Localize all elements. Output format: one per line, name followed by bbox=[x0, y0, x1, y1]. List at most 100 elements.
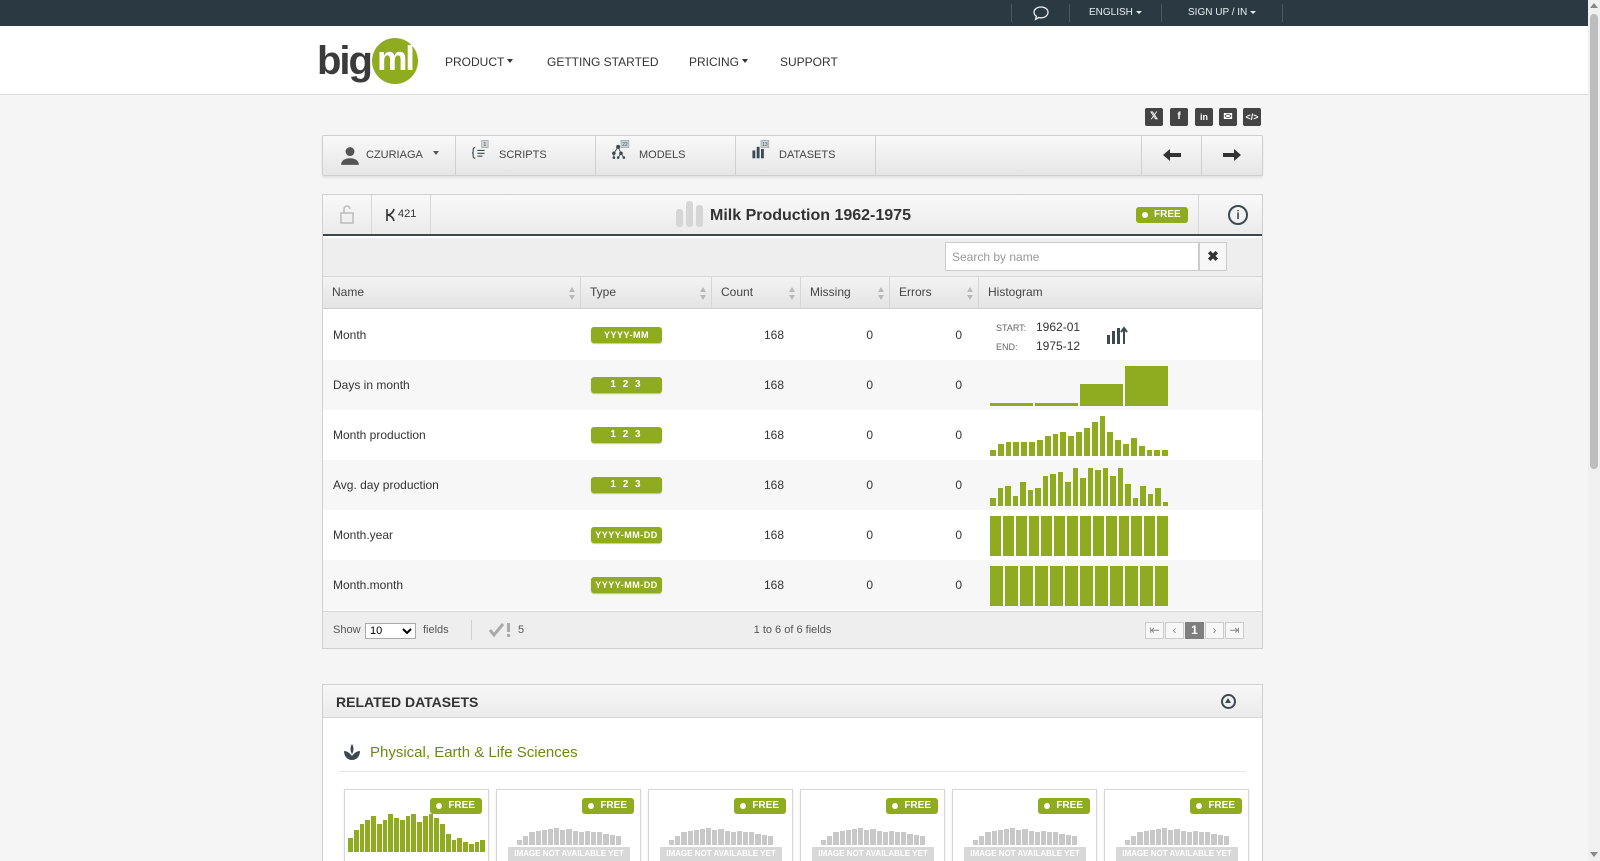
field-count: 168 bbox=[763, 428, 784, 442]
free-tag: FREE bbox=[582, 798, 634, 814]
histogram-bar bbox=[990, 402, 1033, 406]
nav-pricing[interactable]: PRICING bbox=[689, 26, 749, 95]
histogram-bar bbox=[997, 488, 1003, 506]
placeholder-bar bbox=[888, 830, 895, 845]
placeholder-bar bbox=[1131, 836, 1137, 845]
histogram-bar bbox=[1125, 366, 1168, 406]
histogram-bar bbox=[1076, 432, 1082, 456]
scroll-thumb[interactable] bbox=[1590, 14, 1598, 469]
placeholder-bar bbox=[1034, 831, 1040, 845]
placeholder-bar bbox=[755, 834, 761, 845]
histogram-bar bbox=[1157, 516, 1168, 556]
nav-support-label: SUPPORT bbox=[780, 55, 838, 69]
histogram-bar bbox=[1125, 566, 1138, 606]
related-dataset-card[interactable]: FREE IMAGE NOT AVAILABLE YET bbox=[1104, 789, 1249, 861]
chat-icon[interactable] bbox=[1032, 5, 1050, 21]
tab-scripts-label: SCRIPTS bbox=[499, 149, 547, 161]
previous-button[interactable] bbox=[1141, 136, 1201, 175]
sort-icon bbox=[789, 287, 795, 301]
scroll-down-icon[interactable] bbox=[1590, 852, 1598, 857]
placeholder-bar bbox=[523, 836, 529, 845]
next-page-button[interactable]: › bbox=[1205, 622, 1224, 639]
placeholder-bar bbox=[517, 839, 523, 845]
column-missing[interactable]: Missing bbox=[801, 277, 890, 309]
table-row[interactable]: Avg. day production 1 2 3 168 0 0 bbox=[323, 460, 1262, 510]
first-page-button[interactable]: ⇤ bbox=[1145, 622, 1164, 639]
field-errors: 0 bbox=[955, 378, 962, 392]
placeholder-bar bbox=[1125, 839, 1131, 845]
page-number-button[interactable]: 1 bbox=[1185, 622, 1204, 639]
column-name[interactable]: Name bbox=[323, 277, 581, 309]
placeholder-bar bbox=[1065, 835, 1071, 845]
placeholder-bar bbox=[541, 829, 547, 845]
collapse-icon[interactable] bbox=[1221, 694, 1236, 709]
column-count[interactable]: Count bbox=[712, 277, 801, 309]
nav-getting-started[interactable]: GETTING STARTED bbox=[547, 26, 659, 95]
table-row[interactable]: Month.year YYYY-MM-DD 168 0 0 bbox=[323, 510, 1262, 560]
topbar-divider bbox=[1282, 4, 1283, 22]
histogram[interactable] bbox=[990, 564, 1170, 606]
category-link[interactable]: Physical, Earth & Life Sciences bbox=[370, 744, 578, 761]
histogram[interactable] bbox=[990, 514, 1170, 556]
placeholder-bar bbox=[1022, 828, 1028, 845]
related-dataset-card[interactable]: FREE IMAGE NOT AVAILABLE YET bbox=[800, 789, 945, 861]
table-header: Name Type Count Missing Errors Histogram bbox=[323, 276, 1262, 309]
placeholder-bar bbox=[919, 836, 925, 845]
histogram-bar bbox=[1155, 488, 1161, 506]
placeholder-bar bbox=[1040, 830, 1047, 845]
placeholder-bar bbox=[1186, 831, 1192, 845]
histogram[interactable] bbox=[990, 414, 1170, 456]
related-dataset-card[interactable]: FREE IMAGE NOT AVAILABLE YET bbox=[952, 789, 1097, 861]
info-icon[interactable]: i bbox=[1228, 205, 1248, 225]
histogram[interactable] bbox=[990, 464, 1170, 506]
tab-models[interactable]: 22 MODELS bbox=[596, 136, 736, 175]
table-row[interactable]: Month production 1 2 3 168 0 0 bbox=[323, 410, 1262, 460]
related-dataset-card[interactable]: FREE IMAGE NOT AVAILABLE YET bbox=[496, 789, 641, 861]
placeholder-bar bbox=[675, 836, 681, 845]
related-dataset-card[interactable]: FREE bbox=[344, 789, 489, 861]
next-button[interactable] bbox=[1201, 136, 1261, 175]
start-date: 1962-01 bbox=[1036, 320, 1081, 334]
date-range: START: 1962-01 END: 1975-12 bbox=[996, 318, 1080, 356]
histogram-bar bbox=[1102, 468, 1108, 506]
related-dataset-card[interactable]: FREE IMAGE NOT AVAILABLE YET bbox=[648, 789, 793, 861]
language-selector[interactable]: ENGLISH bbox=[1089, 0, 1142, 26]
column-errors[interactable]: Errors bbox=[890, 277, 979, 309]
previous-page-button[interactable]: ‹ bbox=[1165, 622, 1184, 639]
histogram[interactable] bbox=[990, 364, 1170, 406]
nav-product[interactable]: PRODUCT bbox=[445, 26, 514, 95]
column-type[interactable]: Type bbox=[581, 277, 712, 309]
tab-datasets[interactable]: 13 DATASETS bbox=[736, 136, 876, 175]
nav-support[interactable]: SUPPORT bbox=[780, 26, 838, 95]
clear-search-button[interactable]: ✖ bbox=[1199, 242, 1227, 271]
histogram-bar bbox=[1132, 498, 1138, 506]
user-menu[interactable]: CZURIAGA bbox=[323, 136, 456, 175]
table-row[interactable]: Month YYYY-MM 168 0 0 START: 1962-01 END: 1975-1… bbox=[323, 310, 1262, 360]
last-page-button[interactable]: ⇥ bbox=[1225, 622, 1244, 639]
table-row[interactable]: Month.month YYYY-MM-DD 168 0 0 bbox=[323, 560, 1262, 610]
search-input[interactable] bbox=[945, 242, 1199, 271]
placeholder-bar bbox=[1010, 827, 1016, 845]
page-scrollbar[interactable] bbox=[1588, 0, 1600, 861]
embed-icon[interactable]: </> bbox=[1243, 108, 1261, 126]
placeholder-bar bbox=[1003, 828, 1010, 845]
table-row[interactable]: Days in month 1 2 3 168 0 0 bbox=[323, 360, 1262, 410]
histogram-bar bbox=[1110, 476, 1116, 506]
column-name-label: Name bbox=[332, 285, 365, 299]
histogram-bar bbox=[1036, 440, 1043, 456]
tab-scripts[interactable]: 1 SCRIPTS bbox=[456, 136, 596, 175]
histogram-bar bbox=[1035, 488, 1041, 506]
field-errors: 0 bbox=[955, 478, 962, 492]
email-icon[interactable]: ✉ bbox=[1219, 108, 1237, 126]
facebook-icon[interactable]: f bbox=[1170, 108, 1188, 126]
x-icon[interactable]: 𝕏 bbox=[1145, 108, 1163, 126]
field-count: 168 bbox=[763, 528, 784, 542]
signup-link[interactable]: SIGN UP / IN bbox=[1188, 0, 1257, 26]
scroll-up-icon[interactable] bbox=[1590, 3, 1598, 8]
placeholder-bar bbox=[591, 832, 597, 845]
tab-datasets-label: DATASETS bbox=[779, 149, 836, 161]
linkedin-icon[interactable]: in bbox=[1195, 108, 1213, 126]
sort-chronologically-icon[interactable] bbox=[1106, 325, 1128, 345]
thumbnail-bar bbox=[405, 816, 411, 852]
histogram-bar bbox=[1080, 478, 1086, 506]
